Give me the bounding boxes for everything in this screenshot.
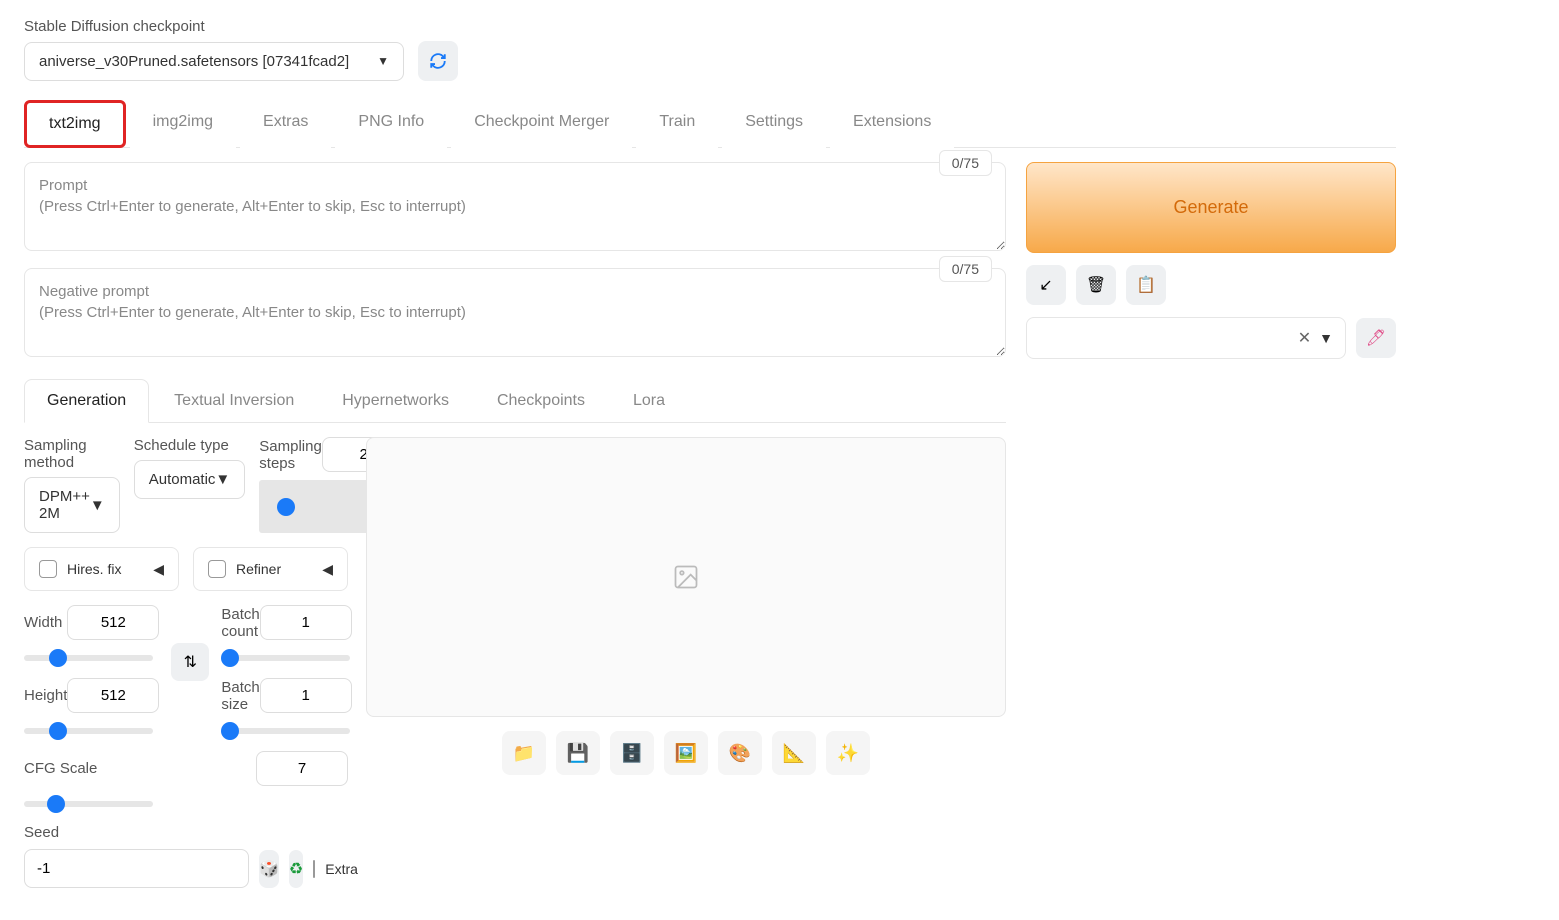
checkpoint-value: aniverse_v30Pruned.safetensors [07341fca… xyxy=(39,53,349,70)
neg-prompt-token-count: 0/75 xyxy=(939,256,992,282)
expand-left-icon[interactable]: ◀ xyxy=(322,561,333,578)
sub-tabs: Generation Textual Inversion Hypernetwor… xyxy=(24,378,1006,423)
generate-button[interactable]: Generate xyxy=(1026,162,1396,253)
seed-label: Seed xyxy=(24,824,348,841)
tab-png-info[interactable]: PNG Info xyxy=(335,100,447,148)
read-params-button[interactable]: ↙ xyxy=(1026,265,1066,305)
main-tabs: txt2img img2img Extras PNG Info Checkpoi… xyxy=(24,99,1396,148)
refresh-checkpoint-button[interactable] xyxy=(418,41,458,81)
schedule-type-value: Automatic xyxy=(149,471,216,488)
send-to-img2img-button[interactable]: 🖼️ xyxy=(664,731,708,775)
sampling-method-select[interactable]: DPM++ 2M ▼ xyxy=(24,477,120,533)
clear-icon[interactable]: ✕ xyxy=(1298,328,1311,348)
paste-button[interactable]: 📋 xyxy=(1126,265,1166,305)
height-input[interactable] xyxy=(67,678,159,713)
height-label: Height xyxy=(24,687,67,704)
save-zip-button[interactable]: 🗄️ xyxy=(610,731,654,775)
upscale-button[interactable]: ✨ xyxy=(826,731,870,775)
batch-size-slider[interactable] xyxy=(221,728,350,734)
image-placeholder-icon xyxy=(672,563,700,591)
neg-prompt-input[interactable] xyxy=(24,268,1006,357)
prompt-input[interactable] xyxy=(24,162,1006,251)
tab-img2img[interactable]: img2img xyxy=(130,100,236,148)
save-button[interactable]: 💾 xyxy=(556,731,600,775)
send-to-extras-button[interactable]: 📐 xyxy=(772,731,816,775)
open-folder-button[interactable]: 📁 xyxy=(502,731,546,775)
checkpoint-select[interactable]: aniverse_v30Pruned.safetensors [07341fca… xyxy=(24,42,404,81)
batch-size-input[interactable] xyxy=(260,678,352,713)
styles-select[interactable]: ✕ ▼ xyxy=(1026,317,1346,359)
hires-fix-toggle[interactable]: Hires. fix ◀ xyxy=(24,547,179,591)
batch-count-label: Batch count xyxy=(221,606,259,640)
prompt-token-count: 0/75 xyxy=(939,150,992,176)
height-slider[interactable] xyxy=(24,728,153,734)
sampling-method-value: DPM++ 2M xyxy=(39,488,90,522)
output-preview xyxy=(366,437,1006,717)
batch-count-input[interactable] xyxy=(260,605,352,640)
expand-left-icon[interactable]: ◀ xyxy=(153,561,164,578)
cfg-scale-slider[interactable] xyxy=(24,801,153,807)
random-seed-button[interactable]: 🎲 xyxy=(259,850,279,888)
refresh-icon xyxy=(429,52,447,70)
swap-dimensions-button[interactable]: ⇅ xyxy=(171,643,209,681)
width-slider[interactable] xyxy=(24,655,153,661)
checkpoint-label: Stable Diffusion checkpoint xyxy=(24,18,1396,35)
extra-seed-checkbox[interactable] xyxy=(313,860,315,878)
subtab-lora[interactable]: Lora xyxy=(610,379,688,423)
tab-train[interactable]: Train xyxy=(636,100,718,148)
caret-down-icon: ▼ xyxy=(90,497,105,514)
extra-seed-label: Extra xyxy=(325,861,358,877)
subtab-textual-inversion[interactable]: Textual Inversion xyxy=(151,379,317,423)
cfg-scale-input[interactable] xyxy=(256,751,348,786)
cfg-scale-label: CFG Scale xyxy=(24,760,97,777)
tab-settings[interactable]: Settings xyxy=(722,100,826,148)
send-to-inpaint-button[interactable]: 🎨 xyxy=(718,731,762,775)
width-label: Width xyxy=(24,614,62,631)
edit-styles-button[interactable]: 🖊 xyxy=(1356,318,1396,358)
caret-down-icon: ▼ xyxy=(377,54,389,68)
caret-down-icon: ▼ xyxy=(1319,330,1333,346)
clear-prompt-button[interactable]: 🗑 xyxy=(1076,265,1116,305)
subtab-generation[interactable]: Generation xyxy=(24,379,149,423)
caret-down-icon: ▼ xyxy=(215,471,230,488)
refiner-label: Refiner xyxy=(236,561,281,577)
checkbox-icon xyxy=(39,560,57,578)
subtab-hypernetworks[interactable]: Hypernetworks xyxy=(319,379,472,423)
batch-size-label: Batch size xyxy=(221,679,259,713)
batch-count-slider[interactable] xyxy=(221,655,350,661)
reuse-seed-button[interactable]: ♻ xyxy=(289,850,303,888)
tab-txt2img[interactable]: txt2img xyxy=(24,100,126,148)
tab-extensions[interactable]: Extensions xyxy=(830,100,954,148)
tab-extras[interactable]: Extras xyxy=(240,100,331,148)
refiner-toggle[interactable]: Refiner ◀ xyxy=(193,547,348,591)
seed-input[interactable] xyxy=(24,849,249,888)
schedule-type-label: Schedule type xyxy=(134,437,246,454)
hires-fix-label: Hires. fix xyxy=(67,561,121,577)
checkbox-icon xyxy=(208,560,226,578)
tab-checkpoint-merger[interactable]: Checkpoint Merger xyxy=(451,100,632,148)
subtab-checkpoints[interactable]: Checkpoints xyxy=(474,379,608,423)
width-input[interactable] xyxy=(67,605,159,640)
sampling-steps-label: Sampling steps xyxy=(259,438,322,472)
sampling-method-label: Sampling method xyxy=(24,437,120,471)
schedule-type-select[interactable]: Automatic ▼ xyxy=(134,460,246,499)
